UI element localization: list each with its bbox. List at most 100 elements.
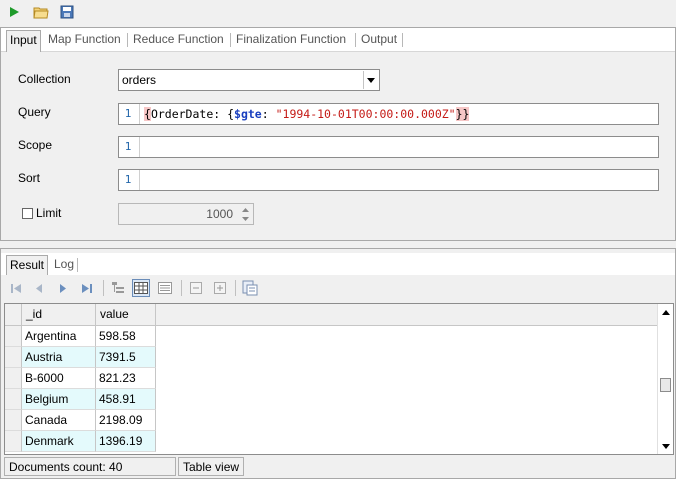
column-header-value[interactable]: value — [96, 304, 156, 325]
cell-id[interactable]: Belgium — [22, 389, 96, 410]
spin-arrows[interactable] — [238, 205, 252, 223]
column-header-id[interactable]: _id — [22, 304, 96, 325]
query-operator: $gte — [234, 107, 262, 121]
row-header[interactable] — [5, 389, 22, 410]
scope-editor[interactable]: 1 — [118, 136, 659, 158]
toolbar-separator — [103, 280, 104, 296]
grid-toolbar — [1, 275, 675, 300]
tab-input[interactable]: Input — [6, 30, 41, 52]
tab-separator — [402, 33, 403, 47]
last-page-icon[interactable] — [78, 279, 96, 297]
limit-checkbox[interactable] — [22, 208, 33, 219]
cell-value[interactable]: 598.58 — [96, 326, 156, 347]
run-icon[interactable] — [5, 3, 23, 21]
chevron-down-icon[interactable] — [363, 71, 378, 89]
cell-id[interactable]: B-6000 — [22, 368, 96, 389]
row-header[interactable] — [5, 326, 22, 347]
previous-page-icon[interactable] — [30, 279, 48, 297]
documents-count: Documents count: 40 — [4, 457, 176, 476]
table-row[interactable]: Denmark 1396.19 — [5, 431, 157, 452]
result-panel: Result Log _id value Argentina 598.58 Au… — [0, 248, 676, 479]
query-key: OrderDate — [150, 107, 214, 121]
query-colon: : { — [213, 107, 235, 121]
result-tabbar: Result Log — [1, 253, 675, 277]
toolbar-separator — [235, 280, 236, 296]
row-header[interactable] — [5, 347, 22, 368]
spin-up-icon[interactable] — [238, 205, 252, 214]
scrollbar-thumb[interactable] — [660, 378, 671, 392]
cell-value[interactable]: 1396.19 — [96, 431, 156, 452]
query-brace-close: }} — [455, 107, 470, 121]
cell-id[interactable]: Argentina — [22, 326, 96, 347]
query-editor[interactable]: 1 {OrderDate: {$gte: "1994-10-01T00:00:0… — [118, 103, 659, 125]
cell-value[interactable]: 821.23 — [96, 368, 156, 389]
gutter-divider — [139, 137, 140, 157]
table-row[interactable]: B-6000 821.23 — [5, 368, 157, 389]
table-row[interactable]: Argentina 598.58 — [5, 326, 157, 347]
vertical-scrollbar[interactable] — [657, 304, 673, 454]
cell-value[interactable]: 458.91 — [96, 389, 156, 410]
cell-id[interactable]: Canada — [22, 410, 96, 431]
tab-output[interactable]: Output — [358, 30, 400, 50]
query-colon2: : — [261, 107, 276, 121]
table-row[interactable]: Canada 2198.09 — [5, 410, 157, 431]
query-code: {OrderDate: {$gte: "1994-10-01T00:00:00.… — [144, 104, 470, 124]
cell-id[interactable]: Denmark — [22, 431, 96, 452]
grid-header: _id value — [5, 304, 657, 326]
query-brace-open: { — [144, 107, 151, 121]
line-number: 1 — [124, 173, 132, 186]
cell-id[interactable]: Austria — [22, 347, 96, 368]
row-header[interactable] — [5, 431, 22, 452]
gutter-divider — [139, 170, 140, 190]
export-icon[interactable] — [241, 279, 259, 297]
query-label: Query — [18, 105, 51, 119]
sort-editor[interactable]: 1 — [118, 169, 659, 191]
line-number: 1 — [124, 140, 132, 153]
main-toolbar — [0, 0, 676, 24]
tab-reduce-function[interactable]: Reduce Function — [130, 30, 227, 50]
sort-label: Sort — [18, 171, 41, 185]
row-header[interactable] — [5, 410, 22, 431]
table-view-icon[interactable] — [132, 279, 150, 297]
tab-separator — [127, 33, 128, 47]
limit-label: Limit — [36, 206, 62, 220]
collection-select[interactable]: orders — [118, 69, 380, 91]
collapse-all-icon[interactable] — [187, 279, 205, 297]
line-number: 1 — [124, 107, 132, 120]
table-row[interactable]: Austria 7391.5 — [5, 347, 157, 368]
map-reduce-input-panel: Input Map Function Reduce Function Final… — [0, 27, 676, 241]
expand-all-icon[interactable] — [211, 279, 229, 297]
view-mode-status: Table view — [178, 457, 244, 476]
table-row[interactable]: Belgium 458.91 — [5, 389, 157, 410]
tab-separator — [355, 33, 356, 47]
input-tabbar: Input Map Function Reduce Function Final… — [1, 28, 675, 52]
open-folder-icon[interactable] — [32, 3, 50, 21]
next-page-icon[interactable] — [54, 279, 72, 297]
save-icon[interactable] — [58, 3, 76, 21]
toolbar-separator — [181, 280, 182, 296]
tab-log[interactable]: Log — [51, 255, 77, 275]
result-grid[interactable]: _id value Argentina 598.58 Austria 7391.… — [4, 303, 674, 455]
collection-value: orders — [122, 73, 157, 87]
tab-result[interactable]: Result — [6, 255, 49, 277]
gutter-divider — [139, 104, 140, 124]
tab-map-function[interactable]: Map Function — [45, 30, 124, 50]
query-string: "1994-10-01T00:00:00.000Z" — [275, 107, 456, 121]
first-page-icon[interactable] — [7, 279, 25, 297]
cell-value[interactable]: 7391.5 — [96, 347, 156, 368]
status-bar: Documents count: 40 Table view — [4, 457, 674, 477]
cell-value[interactable]: 2198.09 — [96, 410, 156, 431]
scope-label: Scope — [18, 138, 53, 152]
text-view-icon[interactable] — [156, 279, 174, 297]
limit-spinbox[interactable]: 1000 — [118, 203, 254, 225]
scroll-up-icon[interactable] — [658, 304, 673, 320]
spin-down-icon[interactable] — [238, 214, 252, 223]
tree-view-icon[interactable] — [109, 279, 127, 297]
splitter-handle[interactable] — [335, 243, 340, 253]
scroll-down-icon[interactable] — [658, 438, 673, 454]
tab-separator — [77, 258, 78, 272]
collection-label: Collection — [18, 72, 71, 86]
tab-separator — [230, 33, 231, 47]
tab-finalization-function[interactable]: Finalization Function — [233, 30, 349, 50]
row-header[interactable] — [5, 368, 22, 389]
